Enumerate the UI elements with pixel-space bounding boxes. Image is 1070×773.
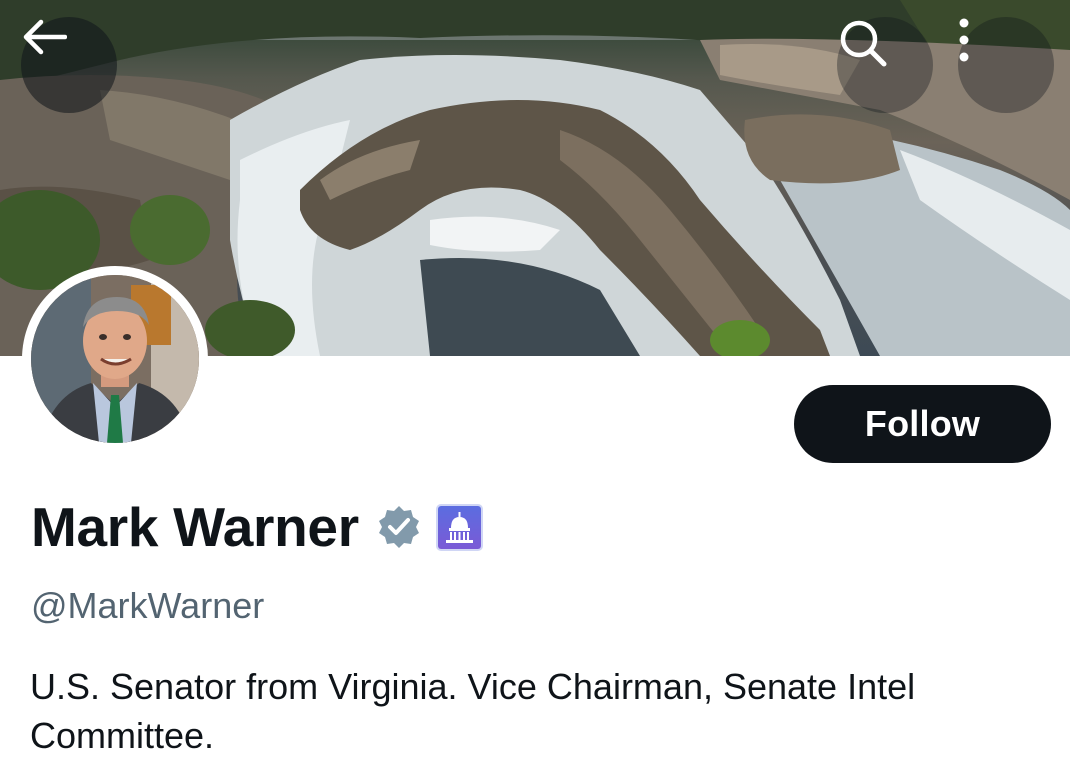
us-capitol-badge-icon[interactable] xyxy=(435,503,483,551)
follow-button[interactable]: Follow xyxy=(794,385,1051,463)
verified-badge-icon[interactable] xyxy=(376,504,422,550)
profile-handle: @MarkWarner xyxy=(31,585,265,626)
search-button[interactable] xyxy=(837,17,933,113)
back-button[interactable] xyxy=(21,17,117,113)
more-vertical-icon xyxy=(959,18,969,62)
display-name: Mark Warner xyxy=(31,496,359,558)
profile-page: Follow Mark Warner @MarkWarner U.S. Sena… xyxy=(0,0,1070,773)
more-button[interactable] xyxy=(958,17,1054,113)
avatar[interactable] xyxy=(22,266,208,452)
name-row: Mark Warner xyxy=(31,492,483,562)
back-arrow-icon xyxy=(23,19,67,55)
search-icon xyxy=(840,20,887,67)
avatar-image xyxy=(31,275,199,443)
profile-bio: U.S. Senator from Virginia. Vice Chairma… xyxy=(30,666,916,756)
